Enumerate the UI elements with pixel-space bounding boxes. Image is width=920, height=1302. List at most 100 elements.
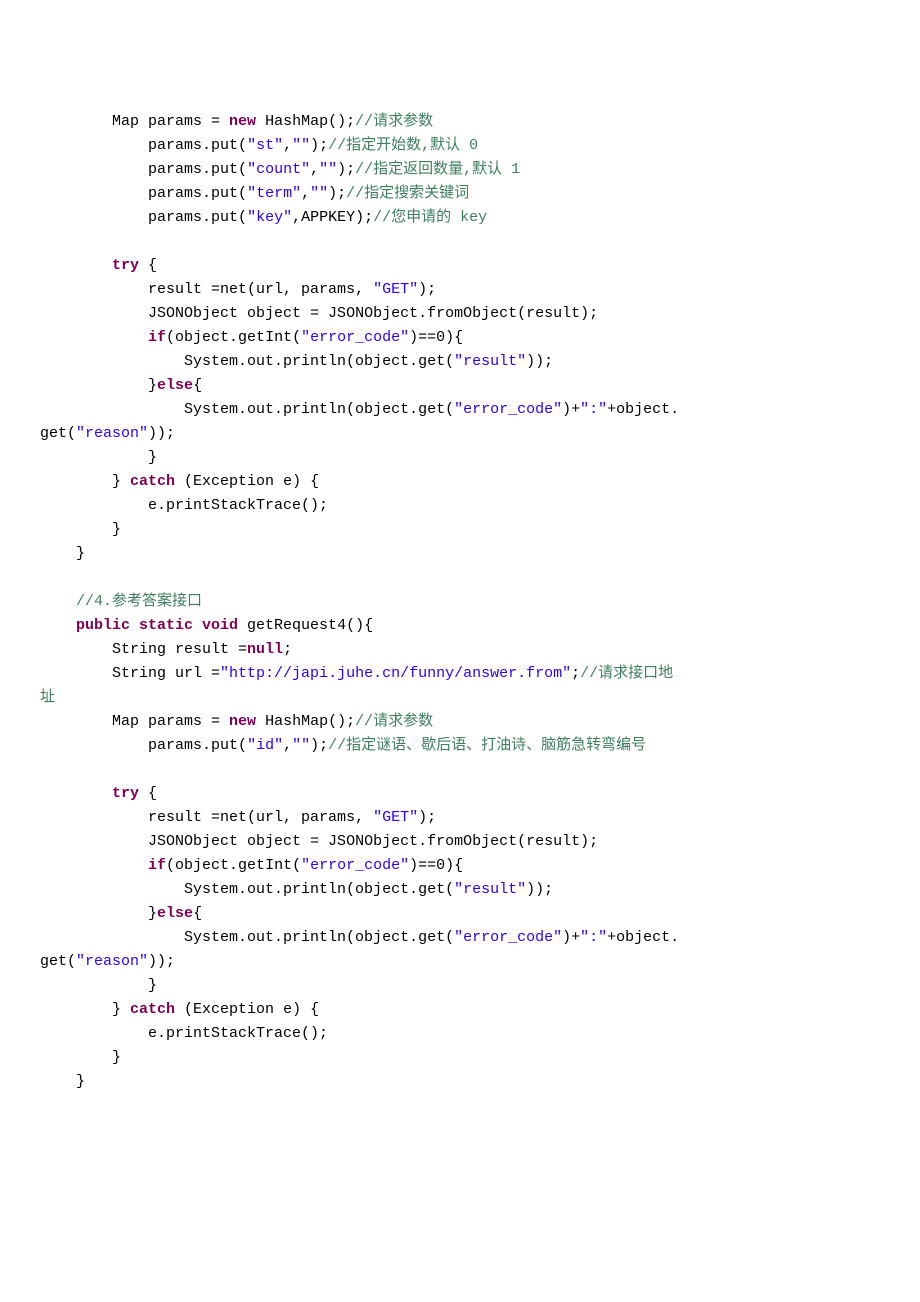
code-text: ); (310, 737, 328, 754)
keyword-try: try (112, 785, 139, 802)
string-literal: "result" (454, 353, 526, 370)
code-text (40, 641, 112, 658)
code-text (40, 401, 184, 418)
code-text: } (40, 473, 130, 490)
code-text (40, 113, 112, 130)
code-text (40, 377, 148, 394)
code-text: } (40, 1001, 130, 1018)
comment: //指定谜语、歇后语、打油诗、脑筋急转弯编号 (328, 737, 646, 754)
method-name: getRequest4(){ (238, 617, 373, 634)
keyword-if: if (148, 857, 166, 874)
code-text (40, 905, 148, 922)
comment: //您申请的 key (373, 209, 487, 226)
code-text: )); (148, 953, 175, 970)
code-text: params.put( (148, 737, 247, 754)
comment: //指定开始数,默认 0 (328, 137, 478, 154)
comment: //指定搜索关键词 (346, 185, 469, 202)
string-literal: "error_code" (454, 401, 562, 418)
string-literal: "error_code" (301, 857, 409, 874)
code-text (40, 305, 148, 322)
code-text: result =net(url, params, (148, 281, 373, 298)
code-text: e.printStackTrace(); (40, 1025, 328, 1042)
string-literal: "GET" (373, 809, 418, 826)
string-literal: "GET" (373, 281, 418, 298)
code-text: String result = (112, 641, 247, 658)
code-text: } (40, 449, 157, 466)
string-literal: "result" (454, 881, 526, 898)
code-text (40, 929, 184, 946)
code-text: (object.getInt( (166, 857, 301, 874)
code-text (40, 737, 148, 754)
code-text: ); (328, 185, 346, 202)
code-text: params.put( (148, 137, 247, 154)
code-text: params.put( (148, 209, 247, 226)
code-text (40, 857, 148, 874)
code-text: APPKEY (301, 209, 355, 226)
code-text: { (139, 257, 157, 274)
code-text: )); (526, 881, 553, 898)
code-text (40, 185, 148, 202)
string-literal: "" (292, 737, 310, 754)
comment: //请求参数 (355, 113, 433, 130)
string-literal: "reason" (76, 425, 148, 442)
code-text: get( (40, 425, 76, 442)
code-text: ); (418, 281, 436, 298)
code-text: } (40, 1073, 85, 1090)
code-text: System.out.println(object.get( (184, 929, 454, 946)
keyword-new: new (229, 113, 256, 130)
keyword-catch: catch (130, 473, 175, 490)
code-text: JSONObject object = JSONObject.fromObjec… (148, 833, 598, 850)
string-literal: "" (310, 185, 328, 202)
code-text: { (193, 905, 202, 922)
code-text: Map params = (112, 713, 229, 730)
code-text (40, 281, 148, 298)
keyword: public static void (76, 617, 238, 634)
keyword-if: if (148, 329, 166, 346)
string-literal: ":" (580, 401, 607, 418)
string-literal: "id" (247, 737, 283, 754)
code-text: params.put( (148, 161, 247, 178)
string-literal: "reason" (76, 953, 148, 970)
code-text: params.put( (148, 185, 247, 202)
code-text: System.out.println(object.get( (184, 353, 454, 370)
code-text: , (292, 209, 301, 226)
code-text: HashMap(); (256, 713, 355, 730)
code-text: } (40, 1049, 121, 1066)
code-text (40, 209, 148, 226)
comment: 址 (40, 689, 55, 706)
code-text: ; (571, 665, 580, 682)
string-literal: "error_code" (454, 929, 562, 946)
code-text: { (193, 377, 202, 394)
code-text (40, 785, 112, 802)
comment: //4.参考答案接口 (76, 593, 202, 610)
comment: //请求接口地 (580, 665, 673, 682)
code-text: ); (310, 137, 328, 154)
code-text (40, 881, 184, 898)
string-literal: "error_code" (301, 329, 409, 346)
keyword-else: else (157, 905, 193, 922)
keyword-null: null (247, 641, 283, 658)
code-text (40, 161, 148, 178)
string-literal: "st" (247, 137, 283, 154)
code-text: System.out.println(object.get( (184, 881, 454, 898)
code-text: , (283, 137, 292, 154)
keyword-catch: catch (130, 1001, 175, 1018)
code-text: HashMap(); (256, 113, 355, 130)
code-text: } (148, 377, 157, 394)
code-text: } (40, 977, 157, 994)
code-text: ); (418, 809, 436, 826)
code-text: ); (337, 161, 355, 178)
code-text (40, 665, 112, 682)
string-literal: "key" (247, 209, 292, 226)
code-text (40, 713, 112, 730)
code-text (40, 833, 148, 850)
string-literal: "http://japi.juhe.cn/funny/answer.from" (220, 665, 571, 682)
code-text: JSONObject object = JSONObject.fromObjec… (148, 305, 598, 322)
string-literal: "term" (247, 185, 301, 202)
code-text: +object. (607, 929, 679, 946)
code-text: ; (283, 641, 292, 658)
code-text: +object. (607, 401, 679, 418)
code-block: Map params = new HashMap();//请求参数 params… (40, 110, 880, 1094)
code-text (40, 809, 148, 826)
code-text: )+ (562, 401, 580, 418)
